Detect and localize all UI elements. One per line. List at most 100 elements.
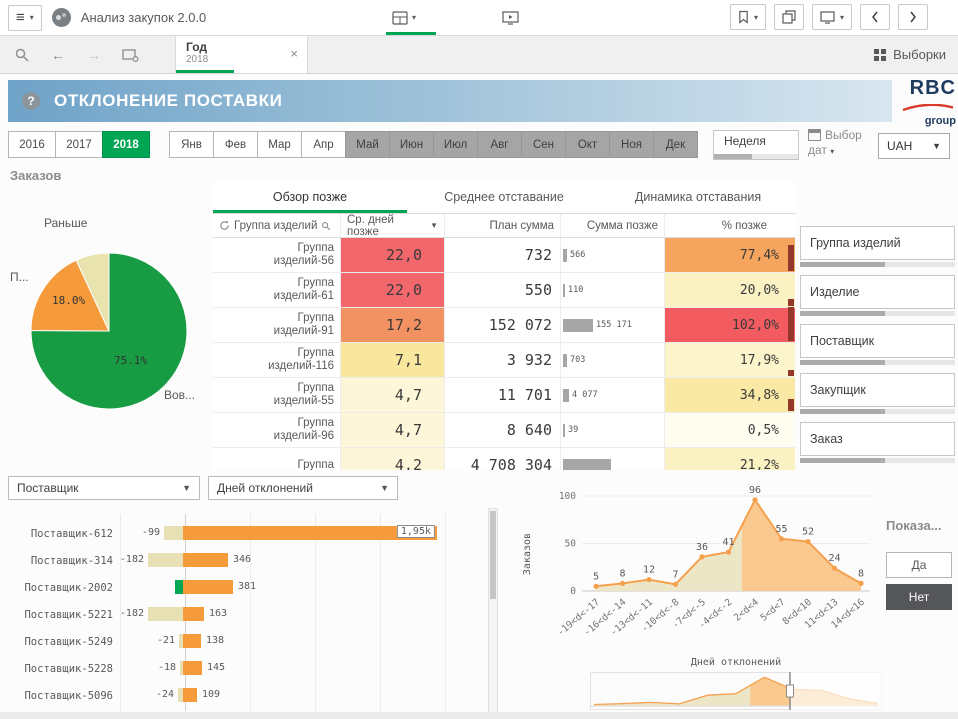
data-point[interactable]	[673, 582, 678, 587]
orders-deviation-line-chart[interactable]: 050100581273641965552248-19<d<-17-16<d<-…	[518, 476, 892, 656]
year-button-2017[interactable]: 2017	[55, 131, 103, 158]
bar-category-label[interactable]: Поставщик-5221	[8, 609, 118, 621]
month-button-jul[interactable]: Июл	[433, 131, 478, 158]
clear-selections-button[interactable]	[120, 45, 140, 65]
data-point[interactable]	[779, 536, 784, 541]
negative-bar[interactable]	[148, 607, 183, 621]
measure-dropdown[interactable]: Дней отклонений ▼	[208, 476, 398, 500]
sheet-navigator-button[interactable]: ▾	[812, 4, 852, 30]
step-back-button[interactable]: ←	[48, 45, 68, 65]
scrollbar-thumb[interactable]	[800, 409, 885, 414]
group-cell[interactable]: Группаизделий-91	[213, 308, 341, 342]
month-button-feb[interactable]: Фев	[213, 131, 258, 158]
presentation-button[interactable]	[502, 11, 519, 25]
listbox-supplier[interactable]: Поставщик	[800, 324, 955, 358]
listbox-week[interactable]: Неделя	[713, 130, 799, 160]
data-point[interactable]	[593, 584, 598, 589]
scrollbar-thumb[interactable]	[800, 262, 885, 267]
next-sheet-button[interactable]	[898, 4, 928, 30]
duplicate-sheet-button[interactable]	[774, 4, 804, 30]
tab-avg-lag[interactable]: Среднее отставание	[407, 180, 601, 213]
positive-bar[interactable]	[183, 580, 233, 594]
yes-button[interactable]: Да	[886, 552, 952, 578]
bar-category-label[interactable]: Поставщик-2002	[8, 582, 118, 594]
listbox-order[interactable]: Заказ	[800, 422, 955, 456]
pie-label-early[interactable]: Раньше	[44, 216, 87, 230]
range-navigator[interactable]	[590, 672, 882, 712]
data-point[interactable]	[620, 581, 625, 586]
previous-sheet-button[interactable]	[860, 4, 890, 30]
group-cell[interactable]: Группаизделий-56	[213, 238, 341, 272]
header-plan-sum[interactable]: План сумма	[445, 214, 561, 237]
positive-bar[interactable]	[183, 661, 202, 675]
data-point[interactable]	[726, 550, 731, 555]
pie-label-late[interactable]: П...	[10, 270, 29, 284]
selections-toggle[interactable]: Выборки	[874, 36, 946, 73]
month-button-jun[interactable]: Июн	[389, 131, 434, 158]
month-button-jan[interactable]: Янв	[169, 131, 214, 158]
data-point[interactable]	[646, 577, 651, 582]
global-menu-button[interactable]: ≡ ▾	[8, 5, 42, 31]
scrollbar-thumb[interactable]	[800, 360, 885, 365]
year-button-2016[interactable]: 2016	[8, 131, 56, 158]
selected-green-bar[interactable]	[175, 580, 183, 594]
tab-late-overview[interactable]: Обзор позже	[213, 180, 407, 213]
bar-category-label[interactable]: Поставщик-314	[8, 555, 118, 567]
data-point[interactable]	[699, 554, 704, 559]
orders-pie-chart[interactable]	[8, 226, 210, 446]
listbox-scrollbar[interactable]	[800, 311, 955, 316]
sheet-view-button[interactable]: ▾	[392, 11, 416, 25]
bar-category-label[interactable]: Поставщик-5249	[8, 636, 118, 648]
week-scrollbar[interactable]	[714, 154, 798, 159]
listbox-scrollbar[interactable]	[800, 458, 955, 463]
year-button-2018[interactable]: 2018	[102, 131, 150, 158]
bar-chart-scrollbar[interactable]	[488, 508, 498, 715]
month-button-nov[interactable]: Ноя	[609, 131, 654, 158]
group-cell[interactable]: Группаизделий-61	[213, 273, 341, 307]
scrollbar-thumb[interactable]	[490, 511, 496, 599]
group-cell[interactable]: Группаизделий-116	[213, 343, 341, 377]
step-forward-button[interactable]: →	[84, 45, 104, 65]
positive-bar[interactable]	[183, 607, 204, 621]
listbox-scrollbar[interactable]	[800, 360, 955, 365]
positive-bar[interactable]	[183, 688, 197, 702]
scrollbar-thumb[interactable]	[800, 311, 885, 316]
navigator-handle-grip[interactable]	[787, 685, 794, 697]
listbox-purchaser[interactable]: Закупщик	[800, 373, 955, 407]
header-avg-days-late[interactable]: Ср. дней позже ▼	[341, 214, 445, 237]
tab-lag-dynamics[interactable]: Динамика отставания	[601, 180, 795, 213]
month-button-aug[interactable]: Авг	[477, 131, 522, 158]
no-button[interactable]: Нет	[886, 584, 952, 610]
data-point[interactable]	[805, 539, 810, 544]
listbox-scrollbar[interactable]	[800, 262, 955, 267]
close-icon[interactable]: ×	[290, 46, 298, 61]
pie-label-ontime[interactable]: Вов...	[164, 388, 195, 402]
date-picker[interactable]: Выбор дат ▾	[808, 128, 874, 159]
header-product-group[interactable]: Группа изделий	[213, 214, 341, 237]
group-cell[interactable]: Группаизделий-96	[213, 413, 341, 447]
selections-search-button[interactable]	[12, 45, 32, 65]
month-button-oct[interactable]: Окт	[565, 131, 610, 158]
bar-category-label[interactable]: Поставщик-5228	[8, 663, 118, 675]
listbox-scrollbar[interactable]	[800, 409, 955, 414]
negative-bar[interactable]	[148, 553, 183, 567]
data-point[interactable]	[752, 497, 757, 502]
currency-select[interactable]: UAH ▼	[878, 133, 950, 159]
data-point[interactable]	[832, 566, 837, 571]
header-late-sum[interactable]: Сумма позже	[561, 214, 665, 237]
dimension-dropdown[interactable]: Поставщик ▼	[8, 476, 200, 500]
month-button-sep[interactable]: Сен	[521, 131, 566, 158]
positive-bar[interactable]	[183, 634, 201, 648]
positive-bar[interactable]	[183, 553, 228, 567]
month-button-dec[interactable]: Дек	[653, 131, 698, 158]
month-button-may[interactable]: Май	[345, 131, 390, 158]
selection-chip-year[interactable]: Год 2018 ×	[175, 36, 308, 73]
scrollbar-thumb[interactable]	[800, 458, 885, 463]
header-pct-late[interactable]: % позже	[665, 214, 795, 237]
data-point[interactable]	[858, 581, 863, 586]
month-button-mar[interactable]: Мар	[257, 131, 302, 158]
bar-category-label[interactable]: Поставщик-612	[8, 528, 118, 540]
bar-category-label[interactable]: Поставщик-5096	[8, 690, 118, 702]
month-button-apr[interactable]: Апр	[301, 131, 346, 158]
bookmark-button[interactable]: ▾	[730, 4, 766, 30]
